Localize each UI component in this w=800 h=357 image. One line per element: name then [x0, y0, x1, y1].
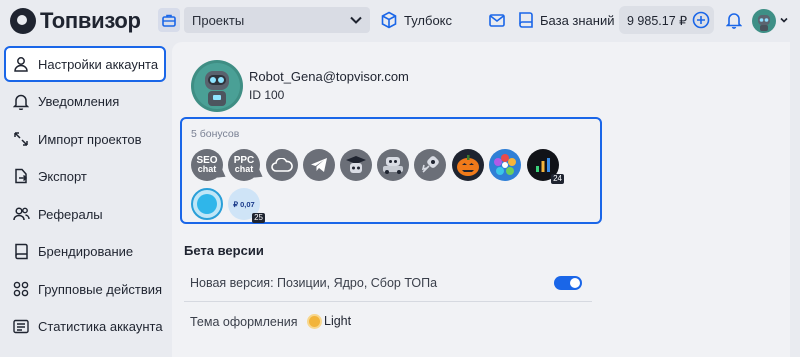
sidebar-item-label: Импорт проектов [38, 131, 142, 147]
sidebar-item-label: Уведомления [38, 93, 120, 109]
account-settings-panel: Robot_Gena@topvisor.com ID 100 5 бонусов… [172, 42, 790, 357]
theme-row: Тема оформления Light [184, 303, 592, 341]
projects-select-value: Проекты [192, 12, 245, 28]
sidebar-item-export[interactable]: Экспорт [4, 158, 166, 194]
logo-icon [10, 8, 36, 34]
seo-chat-badge[interactable]: SEO chat [191, 149, 229, 182]
chevron-down-icon [350, 16, 362, 24]
telegram-badge[interactable] [303, 149, 335, 181]
robot-car-icon [383, 157, 403, 174]
sidebar-item-label: Настройки аккаунта [38, 56, 159, 72]
knowledge-base-label: База знаний [540, 12, 615, 28]
ruble-badge-counter: 25 [252, 213, 265, 223]
new-version-label: Новая версия: Позиции, Ядро, Сбор ТОПа [190, 275, 438, 290]
chevron-down-icon[interactable] [779, 15, 789, 25]
sidebar-item-label: Статистика аккаунта [38, 318, 163, 334]
projects-select[interactable]: Проекты [184, 7, 370, 33]
sidebar-item-import-projects[interactable]: Импорт проектов [4, 121, 166, 157]
export-icon [12, 167, 30, 185]
cube-icon [381, 11, 397, 29]
graduate-robot-badge[interactable] [340, 149, 372, 181]
cloud-icon [271, 158, 293, 172]
sun-icon [309, 315, 320, 327]
ppc-chat-badge[interactable]: PPC chat [228, 149, 266, 182]
analytics-badge-counter: 24 [551, 174, 564, 184]
sidebar-item-label: Экспорт [38, 168, 87, 184]
bell-icon[interactable] [723, 9, 745, 31]
robot-avatar-icon[interactable] [191, 60, 243, 112]
robot-rocket-badge[interactable] [414, 149, 446, 181]
new-version-row: Новая версия: Позиции, Ядро, Сбор ТОПа [184, 264, 592, 302]
profile-id: ID 100 [249, 88, 285, 102]
cloud-badge[interactable] [266, 149, 298, 181]
sidebar-item-account-statistics[interactable]: Статистика аккаунта [4, 308, 166, 344]
bonuses-count: 5 бонусов [191, 128, 240, 140]
blue-circle-icon [197, 194, 217, 214]
ruble-badge-value: ₽ 0,07 [233, 199, 255, 209]
theme-selector[interactable]: Light [309, 314, 351, 328]
toolbox-link[interactable]: Тулбокс [380, 9, 452, 31]
toolbox-label: Тулбокс [404, 12, 453, 28]
theme-value: Light [324, 314, 352, 328]
theme-label: Тема оформления [190, 315, 298, 329]
robot-car-badge[interactable] [377, 149, 409, 181]
top-bar: Топвизор Проекты Тулбокс База знаний 9 9… [0, 0, 800, 42]
beta-section-title: Бета версии [184, 243, 264, 258]
new-version-toggle[interactable] [554, 276, 582, 290]
sidebar-item-account-settings[interactable]: Настройки аккаунта [4, 46, 166, 82]
grid-icon [12, 280, 30, 298]
profile-email: Robot_Gena@topvisor.com [249, 69, 409, 84]
sidebar-item-group-actions[interactable]: Групповые действия [4, 271, 166, 307]
bell-icon [12, 92, 30, 110]
telegram-icon [311, 158, 327, 172]
user-icon [12, 55, 30, 73]
bonuses-panel: 5 бонусов SEO chat PPC chat 24 ₽ 0,07 25 [180, 117, 602, 224]
users-icon [12, 205, 30, 223]
mail-icon[interactable] [486, 9, 508, 31]
briefcase-icon[interactable] [158, 8, 180, 32]
seo-chat-line2: chat [197, 164, 217, 174]
balance-amount: 9 985.17 ₽ [627, 13, 688, 28]
sidebar-item-label: Групповые действия [38, 281, 163, 297]
stats-icon [12, 317, 30, 335]
sidebar-item-label: Рефералы [38, 206, 103, 222]
sidebar: Настройки аккаунта Уведомления Импорт пр… [0, 42, 170, 357]
pumpkin-badge[interactable] [452, 149, 484, 181]
sidebar-item-notifications[interactable]: Уведомления [4, 83, 166, 119]
robot-rocket-icon [421, 156, 439, 173]
analytics-badge[interactable]: 24 [527, 149, 564, 184]
ruble-badge[interactable]: ₽ 0,07 25 [228, 188, 265, 223]
sidebar-item-referrals[interactable]: Рефералы [4, 196, 166, 232]
flower-icon [494, 154, 516, 175]
knowledge-base-link[interactable]: База знаний [518, 9, 615, 31]
analytics-bars-icon [536, 158, 550, 172]
pumpkin-icon [457, 155, 479, 176]
book-icon [12, 242, 30, 260]
graduate-robot-icon [346, 156, 366, 173]
book-icon [519, 12, 533, 28]
sidebar-item-branding[interactable]: Брендирование [4, 233, 166, 269]
balance-widget[interactable]: 9 985.17 ₽ [619, 6, 714, 34]
logo-text: Топвизор [40, 8, 141, 33]
import-arrows-icon [12, 130, 30, 148]
sidebar-item-label: Брендирование [38, 243, 134, 259]
plus-circle-icon[interactable] [692, 11, 710, 29]
logo[interactable]: Топвизор [10, 7, 141, 35]
flower-badge[interactable] [489, 149, 521, 181]
blue-circle-badge[interactable] [191, 188, 223, 220]
ppc-chat-line2: chat [234, 164, 254, 174]
robot-avatar-icon[interactable] [752, 9, 776, 33]
